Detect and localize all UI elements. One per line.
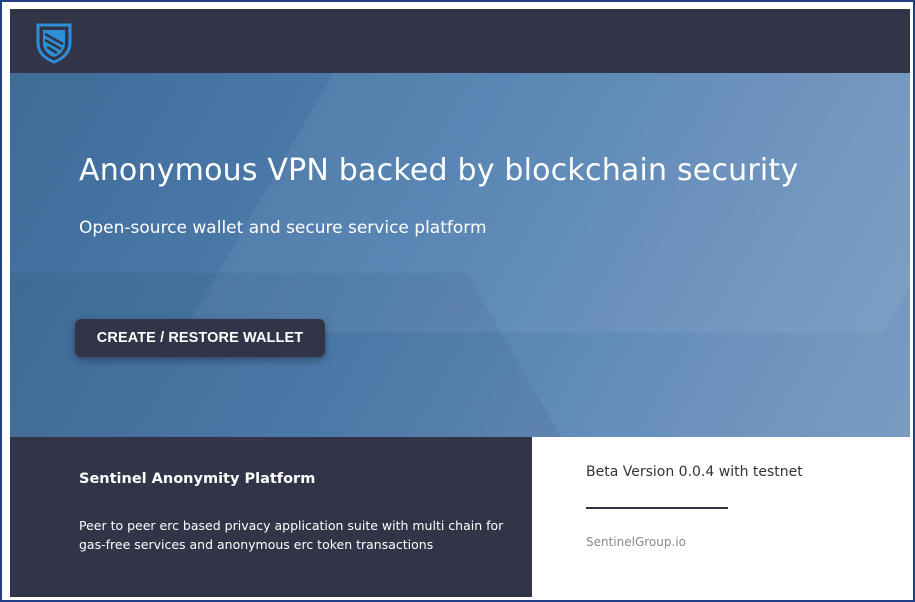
version-text: Beta Version 0.0.4 with testnet — [586, 464, 803, 480]
create-restore-wallet-button[interactable]: CREATE / RESTORE WALLET — [75, 319, 325, 357]
hero-title: Anonymous VPN backed by blockchain secur… — [79, 153, 799, 188]
footer-info-panel: Sentinel Anonymity Platform Peer to peer… — [10, 437, 532, 597]
hero-section: Anonymous VPN backed by blockchain secur… — [10, 73, 910, 437]
footer-heading: Sentinel Anonymity Platform — [79, 471, 316, 487]
sentinel-group-link[interactable]: SentinelGroup.io — [586, 535, 686, 549]
app-window: Anonymous VPN backed by blockchain secur… — [0, 0, 915, 602]
footer-version-panel: Beta Version 0.0.4 with testnet Sentinel… — [532, 437, 910, 597]
footer-description: Peer to peer erc based privacy applicati… — [79, 518, 504, 552]
app-content: Anonymous VPN backed by blockchain secur… — [10, 9, 910, 597]
divider — [586, 507, 728, 509]
top-bar — [10, 9, 910, 73]
hero-subtitle: Open-source wallet and secure service pl… — [79, 218, 487, 238]
shield-icon[interactable] — [32, 21, 76, 65]
